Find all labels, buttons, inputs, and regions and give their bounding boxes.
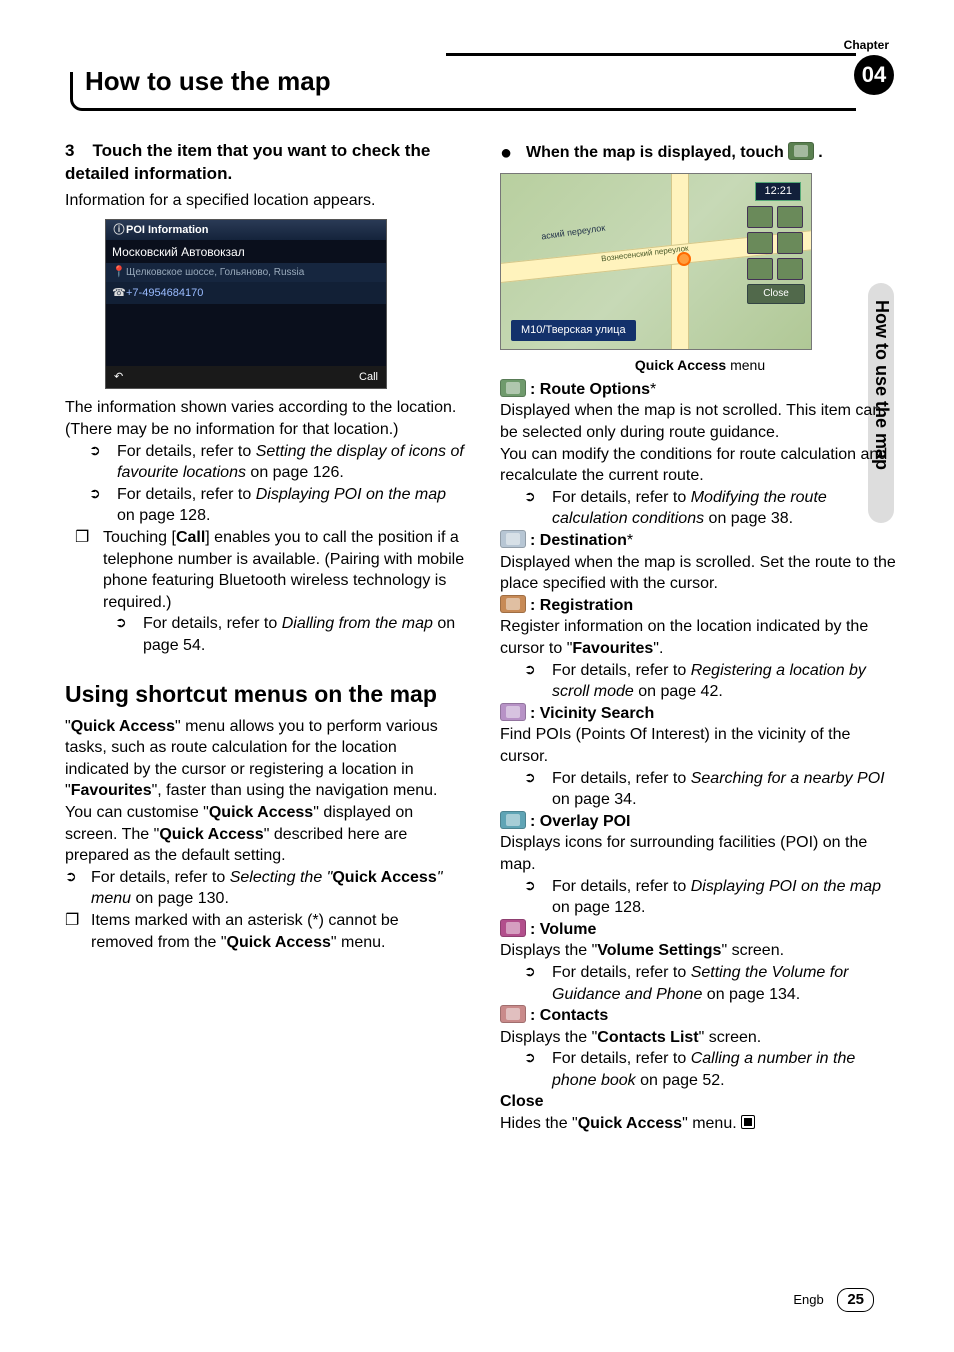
- phone-icon: ☎: [112, 286, 126, 301]
- qa-button[interactable]: [777, 232, 803, 254]
- qa-button[interactable]: [747, 206, 773, 228]
- destination-desc: Displayed when the map is scrolled. Set …: [500, 552, 900, 595]
- ref-icons-favourite: For details, refer to Setting the displa…: [117, 441, 465, 484]
- overlay-poi-item: : Overlay POI: [500, 811, 900, 833]
- arrow-icon: ➲: [524, 962, 552, 1005]
- qa-button[interactable]: [777, 258, 803, 280]
- poi-address: Щелковское шоссе, Гольяново, Russia: [126, 267, 304, 278]
- right-column: ●When the map is displayed, touch . аски…: [500, 140, 900, 1135]
- quick-access-intro: "Quick Access" menu allows you to perfor…: [65, 716, 465, 802]
- map-screenshot: аский переулок Вознесенский переулок 12:…: [500, 173, 812, 350]
- arrow-icon: ➲: [115, 613, 143, 656]
- page-number: 25: [837, 1288, 874, 1312]
- chapter-label: Chapter: [844, 38, 889, 52]
- arrow-icon: ➲: [65, 867, 91, 910]
- section-heading-shortcut: Using shortcut menus on the map: [65, 679, 465, 710]
- poi-information-screenshot: ⓘPOI Information Московский Автовокзал 📍…: [105, 219, 387, 389]
- close-item: Close: [500, 1091, 900, 1113]
- quick-access-touch-icon: [788, 142, 814, 160]
- page-title: How to use the map: [85, 66, 331, 97]
- ref-selecting-qa: For details, refer to Selecting the "Qui…: [91, 867, 465, 910]
- registration-desc: Register information on the location ind…: [500, 616, 900, 659]
- registration-icon: [500, 595, 526, 613]
- back-button[interactable]: ↶: [114, 370, 123, 385]
- arrow-icon: ➲: [524, 660, 552, 703]
- qa-close-button[interactable]: Close: [747, 284, 805, 304]
- route-options-desc2: You can modify the conditions for route …: [500, 444, 900, 487]
- ref-poi-map: For details, refer to Displaying POI on …: [117, 484, 465, 527]
- volume-desc: Displays the "Volume Settings" screen.: [500, 940, 900, 962]
- map-street-label: аский переулок: [540, 222, 605, 243]
- contacts-desc: Displays the "Contacts List" screen.: [500, 1027, 900, 1049]
- step-3-line: Information for a specified location app…: [65, 190, 465, 212]
- ref-vicinity: For details, refer to Searching for a ne…: [552, 768, 900, 811]
- route-options-item: : Route Options*: [500, 379, 900, 401]
- ref-dialling: For details, refer to Dialling from the …: [143, 613, 465, 656]
- footer-lang: Engb: [793, 1292, 823, 1307]
- chapter-number-badge: 04: [854, 55, 894, 95]
- step-3-heading: 3Touch the item that you want to check t…: [65, 140, 465, 186]
- destination-item: : Destination*: [500, 530, 900, 552]
- volume-item: : Volume: [500, 919, 900, 941]
- route-options-icon: [500, 379, 526, 397]
- note-icon: ❐: [65, 910, 91, 953]
- bullet-icon: ●: [500, 140, 526, 167]
- vicinity-icon: [500, 703, 526, 721]
- qa-button[interactable]: [777, 206, 803, 228]
- quick-access-panel: Close: [747, 206, 803, 304]
- close-desc: Hides the "Quick Access" menu.: [500, 1113, 900, 1135]
- arrow-icon: ➲: [89, 441, 117, 484]
- call-note: Touching [Call] enables you to call the …: [103, 527, 465, 613]
- arrow-icon: ➲: [524, 487, 552, 530]
- poi-phone: +7-4954684170: [126, 287, 203, 299]
- ref-contacts: For details, refer to Calling a number i…: [552, 1048, 900, 1091]
- asterisk-note: Items marked with an asterisk (*) cannot…: [91, 910, 465, 953]
- route-options-desc: Displayed when the map is not scrolled. …: [500, 400, 900, 443]
- registration-item: : Registration: [500, 595, 900, 617]
- ref-register: For details, refer to Registering a loca…: [552, 660, 900, 703]
- left-column: 3Touch the item that you want to check t…: [65, 140, 465, 953]
- ref-volume: For details, refer to Setting the Volume…: [552, 962, 900, 1005]
- map-time: 12:21: [755, 182, 801, 201]
- arrow-icon: ➲: [524, 876, 552, 919]
- qa-button[interactable]: [747, 258, 773, 280]
- call-button[interactable]: Call: [359, 370, 378, 385]
- note-icon: ❐: [75, 527, 103, 613]
- map-caption: Quick Access menu: [500, 356, 900, 375]
- destination-icon: [500, 530, 526, 548]
- arrow-icon: ➲: [524, 768, 552, 811]
- poi-title: POI Information: [126, 224, 209, 236]
- overlay-poi-icon: [500, 811, 526, 829]
- contacts-item: : Contacts: [500, 1005, 900, 1027]
- ref-route-calc: For details, refer to Modifying the rout…: [552, 487, 900, 530]
- vicinity-item: : Vicinity Search: [500, 703, 900, 725]
- overlay-poi-desc: Displays icons for surrounding facilitie…: [500, 832, 900, 875]
- arrow-icon: ➲: [89, 484, 117, 527]
- volume-icon: [500, 919, 526, 937]
- map-street-bar: М10/Тверская улица: [511, 320, 636, 341]
- arrow-icon: ➲: [524, 1048, 552, 1091]
- section-end-icon: [741, 1115, 755, 1129]
- quick-access-customise: You can customise "Quick Access" display…: [65, 802, 465, 867]
- contacts-icon: [500, 1005, 526, 1023]
- qa-button[interactable]: [747, 232, 773, 254]
- step-text: Touch the item that you want to check th…: [65, 141, 430, 183]
- vicinity-desc: Find POIs (Points Of Interest) in the vi…: [500, 724, 900, 767]
- step-number: 3: [65, 141, 74, 160]
- pin-icon: 📍: [112, 265, 126, 280]
- poi-name: Московский Автовокзал: [106, 240, 386, 262]
- page-footer: Engb 25: [793, 1288, 874, 1312]
- touch-instruction: ●When the map is displayed, touch .: [500, 140, 900, 167]
- ref-overlay-poi: For details, refer to Displaying POI on …: [552, 876, 900, 919]
- header-rule-top: [446, 53, 856, 57]
- info-icon: ⓘ: [112, 220, 126, 240]
- info-varies-text: The information shown varies according t…: [65, 397, 465, 440]
